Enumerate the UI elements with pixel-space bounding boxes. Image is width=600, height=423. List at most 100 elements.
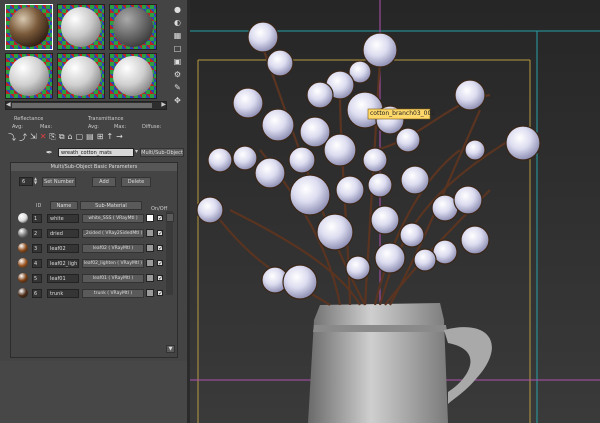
delete-button[interactable]: Delete — [121, 177, 151, 187]
material-sphere-preview — [9, 7, 49, 47]
sub-material-on-checkbox[interactable]: ✓ — [157, 275, 163, 282]
sub-material-id[interactable]: 6 — [32, 289, 42, 298]
column-header-on-off: On/Off — [151, 206, 168, 212]
sub-material-button[interactable]: leaf01 ( VRayMtl ) — [82, 274, 144, 283]
assign-material-icon[interactable]: ⇲ — [30, 132, 37, 144]
material-slot-4[interactable] — [5, 53, 53, 99]
sub-material-name-field[interactable]: leaf01 — [47, 274, 79, 283]
sub-material-id[interactable]: 4 — [32, 259, 42, 268]
options-icon[interactable]: ✎ — [172, 82, 183, 93]
make-copy-icon[interactable]: ⎘ — [49, 132, 55, 144]
sub-material-row[interactable]: 4 leaf02_ligh leaf02_lighten ( VRayMtl ) ✓ — [16, 258, 166, 269]
reset-map-icon[interactable]: ✕ — [40, 132, 47, 144]
sub-material-color-swatch[interactable] — [146, 229, 154, 237]
sub-material-id[interactable]: 3 — [32, 244, 42, 253]
sub-material-id[interactable]: 2 — [32, 229, 42, 238]
uv-tiling-icon[interactable]: □ — [172, 43, 183, 54]
reflectance-label: Reflectance — [14, 116, 44, 122]
add-button[interactable]: Add — [92, 177, 116, 187]
row-1-extra-button[interactable] — [166, 213, 174, 222]
go-forward-sibling-icon[interactable]: → — [116, 132, 123, 144]
get-material-icon[interactable]: ⤵ — [8, 132, 16, 144]
sub-material-preview-ball[interactable] — [18, 258, 28, 268]
sub-material-row[interactable]: 5 leaf01 leaf01 ( VRayMtl ) ✓ — [16, 273, 166, 284]
sub-material-on-checkbox[interactable]: ✓ — [157, 260, 163, 267]
scroll-down-button[interactable]: ▼ — [166, 345, 175, 353]
material-name-field[interactable]: wreath_cotton_mats — [58, 148, 134, 157]
viewport-render — [190, 0, 600, 423]
rollout-title-bar[interactable]: Multi/Sub-Object Basic Parameters — [11, 163, 177, 171]
sub-material-row[interactable]: 6 trunk trunk ( VRayMtl ) ✓ — [16, 288, 166, 299]
sub-material-on-checkbox[interactable]: ✓ — [157, 230, 163, 237]
column-header-name[interactable]: Name — [50, 201, 78, 210]
select-by-material-icon[interactable]: ✥ — [172, 95, 183, 106]
sub-material-row[interactable]: 3 leaf02 leaf02 ( VRayMtl ) ✓ — [16, 243, 166, 254]
material-slot-1[interactable] — [5, 4, 53, 50]
sub-material-on-checkbox[interactable]: ✓ — [157, 245, 163, 252]
sub-material-name-field[interactable]: leaf02_ligh — [47, 259, 79, 268]
material-slot-5[interactable] — [57, 53, 105, 99]
sub-material-button[interactable]: leaf02 ( VRayMtl ) — [82, 244, 144, 253]
sub-material-id[interactable]: 1 — [32, 214, 42, 223]
video-color-icon[interactable]: ▣ — [172, 56, 183, 67]
sub-material-button[interactable]: white_SSS ( VRayMtl ) — [82, 214, 144, 223]
list-scrollbar[interactable] — [166, 211, 173, 295]
object-name-tooltip: cotton_branch03_001 — [370, 110, 436, 117]
count-field[interactable]: 6 — [19, 177, 33, 186]
sub-material-on-checkbox[interactable]: ✓ — [157, 215, 163, 222]
slots-scrollbar[interactable]: ◀ ▶ — [5, 101, 167, 110]
scroll-left-icon[interactable]: ◀ — [6, 101, 11, 108]
name-dropdown-icon[interactable]: ▾ — [135, 148, 138, 155]
sub-material-name-field[interactable]: leaf02 — [47, 244, 79, 253]
sub-material-preview-ball[interactable] — [18, 213, 28, 223]
scroll-right-icon[interactable]: ▶ — [161, 101, 166, 108]
scroll-down-icon: ▼ — [168, 346, 173, 352]
sub-material-color-swatch[interactable] — [146, 289, 154, 297]
sub-material-row[interactable]: 2 dried _2sided ( VRay2SidedMtl ) ✓ — [16, 228, 166, 239]
set-number-button[interactable]: Set Number — [42, 177, 76, 187]
sub-material-row[interactable]: 1 white white_SSS ( VRayMtl ) ✓ — [16, 213, 166, 224]
material-sphere-preview — [61, 56, 101, 96]
put-to-library-icon[interactable]: ⌂ — [68, 132, 73, 144]
make-preview-icon[interactable]: ⚙ — [172, 69, 183, 80]
material-id-icon[interactable]: ▢ — [76, 132, 84, 144]
show-in-viewport-icon[interactable]: ▤ — [86, 132, 94, 144]
go-to-parent-icon[interactable]: ↑ — [106, 132, 113, 144]
sub-material-button[interactable]: trunk ( VRayMtl ) — [82, 289, 144, 298]
column-header-sub-material[interactable]: Sub-Material — [80, 201, 142, 210]
sub-material-preview-ball[interactable] — [18, 228, 28, 238]
sub-material-color-swatch[interactable] — [146, 244, 154, 252]
pick-material-icon[interactable]: ✒ — [46, 148, 53, 157]
count-spinner-icon[interactable]: ▲ ▼ — [34, 177, 37, 185]
sub-material-color-swatch[interactable] — [146, 274, 154, 282]
background-icon[interactable]: ▦ — [172, 30, 183, 41]
sub-material-button[interactable]: _2sided ( VRay2SidedMtl ) — [82, 229, 144, 238]
material-sphere-preview — [113, 56, 153, 96]
make-unique-icon[interactable]: ⧉ — [59, 132, 65, 144]
perspective-viewport[interactable]: cotton_branch03_001 — [190, 0, 600, 423]
material-slot-6[interactable] — [109, 53, 157, 99]
sub-material-preview-ball[interactable] — [18, 243, 28, 253]
sample-type-icon[interactable]: ● — [172, 4, 183, 15]
material-slot-3[interactable] — [109, 4, 157, 50]
material-type-button[interactable]: Multi/Sub-Object — [140, 148, 184, 157]
sub-material-name-field[interactable]: dried — [47, 229, 79, 238]
reflectance-avg-label: Avg: — [12, 124, 23, 130]
sub-material-on-checkbox[interactable]: ✓ — [157, 290, 163, 297]
sub-material-preview-ball[interactable] — [18, 273, 28, 283]
material-sphere-preview — [61, 7, 101, 47]
material-toolbar: ⤵ ⤴ ⇲ ✕ ⎘ ⧉ ⌂ ▢ ▤ ⊞ ↑ → — [8, 132, 123, 144]
material-slot-2[interactable] — [57, 4, 105, 50]
sub-material-name-field[interactable]: white — [47, 214, 79, 223]
show-end-result-icon[interactable]: ⊞ — [97, 132, 104, 144]
sub-material-preview-ball[interactable] — [18, 288, 28, 298]
put-to-scene-icon[interactable]: ⤴ — [19, 132, 27, 144]
transmittance-label: Transmittance — [88, 116, 124, 122]
sub-material-color-swatch[interactable] — [146, 214, 154, 222]
sub-material-button[interactable]: leaf02_lighten ( VRayMtl ) — [82, 259, 144, 268]
sub-material-color-swatch[interactable] — [146, 259, 154, 267]
sub-material-name-field[interactable]: trunk — [47, 289, 79, 298]
sub-material-id[interactable]: 5 — [32, 274, 42, 283]
scrollbar-thumb[interactable] — [12, 103, 152, 108]
backlight-icon[interactable]: ◐ — [172, 17, 183, 28]
